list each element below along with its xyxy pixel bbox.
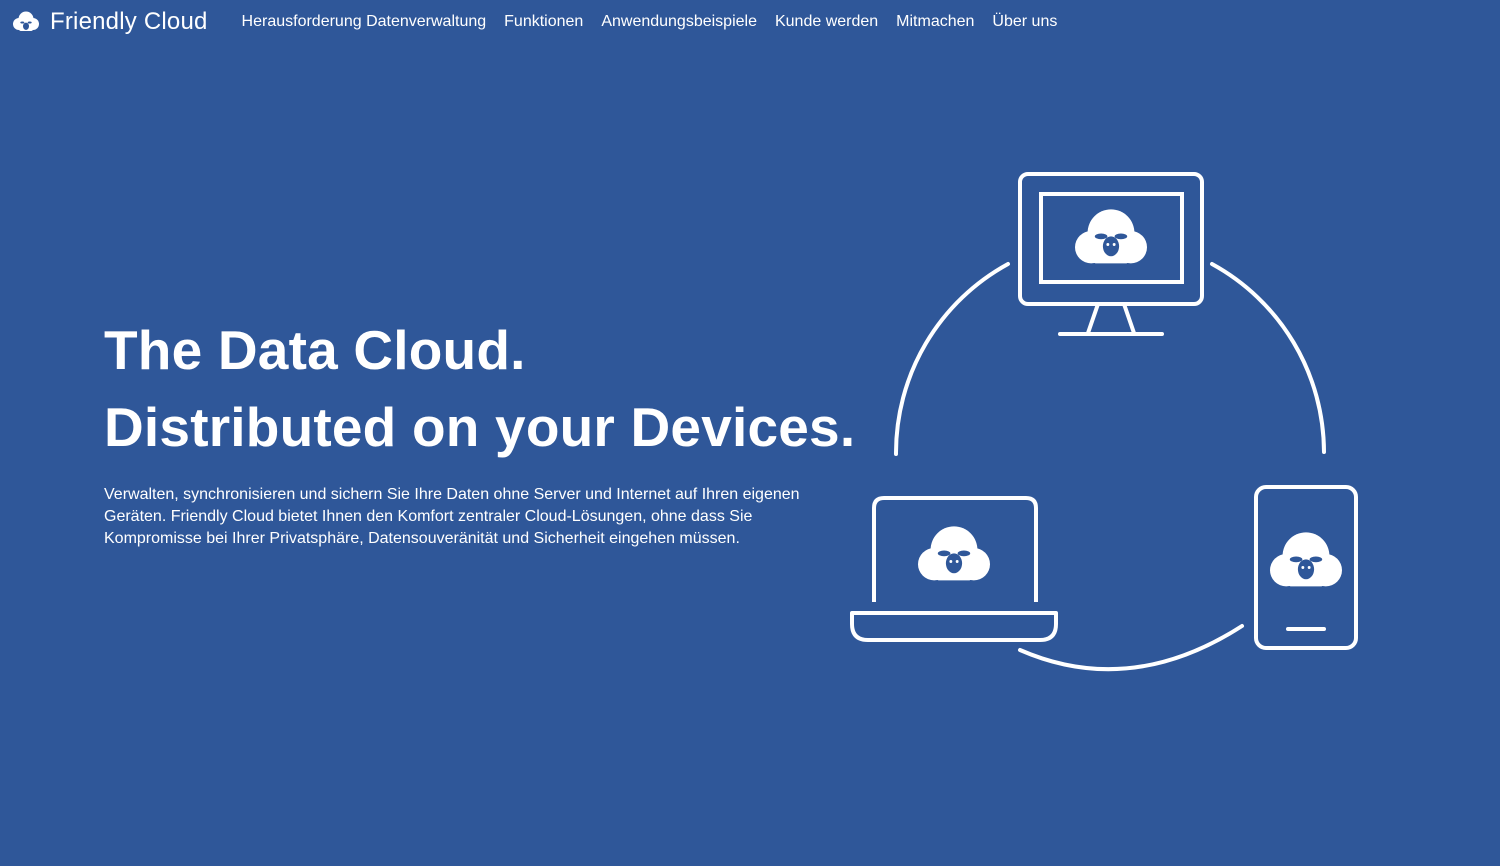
smartphone-icon: [1254, 485, 1358, 650]
nav-link-mitmachen[interactable]: Mitmachen: [896, 13, 974, 31]
sync-arc-left: [893, 262, 1010, 456]
nav-link-ueber-uns[interactable]: Über uns: [992, 13, 1057, 31]
hero-title-line-1: The Data Cloud.: [104, 319, 526, 381]
sheep-cloud-logo-icon: [10, 10, 42, 34]
nav-link-kunde-werden[interactable]: Kunde werden: [775, 13, 878, 31]
hero-title: The Data Cloud. Distributed on your Devi…: [104, 312, 856, 466]
navbar: Friendly Cloud Herausforderung Datenverw…: [0, 0, 1500, 44]
hero-title-line-2: Distributed on your Devices.: [104, 396, 856, 458]
hero-description: Verwalten, synchronisieren und sichern S…: [104, 486, 800, 547]
brand-name: Friendly Cloud: [50, 8, 208, 35]
sync-arc-right: [1210, 262, 1326, 454]
hero-section: The Data Cloud. Distributed on your Devi…: [104, 312, 856, 550]
sync-arcs: [893, 262, 1326, 672]
desktop-monitor-icon: [1018, 172, 1204, 336]
nav-link-funktionen[interactable]: Funktionen: [504, 13, 583, 31]
main-navigation: Herausforderung Datenverwaltung Funktion…: [242, 13, 1076, 31]
nav-link-herausforderung[interactable]: Herausforderung Datenverwaltung: [242, 13, 487, 31]
nav-link-anwendungsbeispiele[interactable]: Anwendungsbeispiele: [601, 13, 757, 31]
device-sync-illustration: [846, 168, 1366, 678]
laptop-icon: [850, 496, 1058, 642]
brand-link[interactable]: Friendly Cloud: [10, 8, 208, 36]
